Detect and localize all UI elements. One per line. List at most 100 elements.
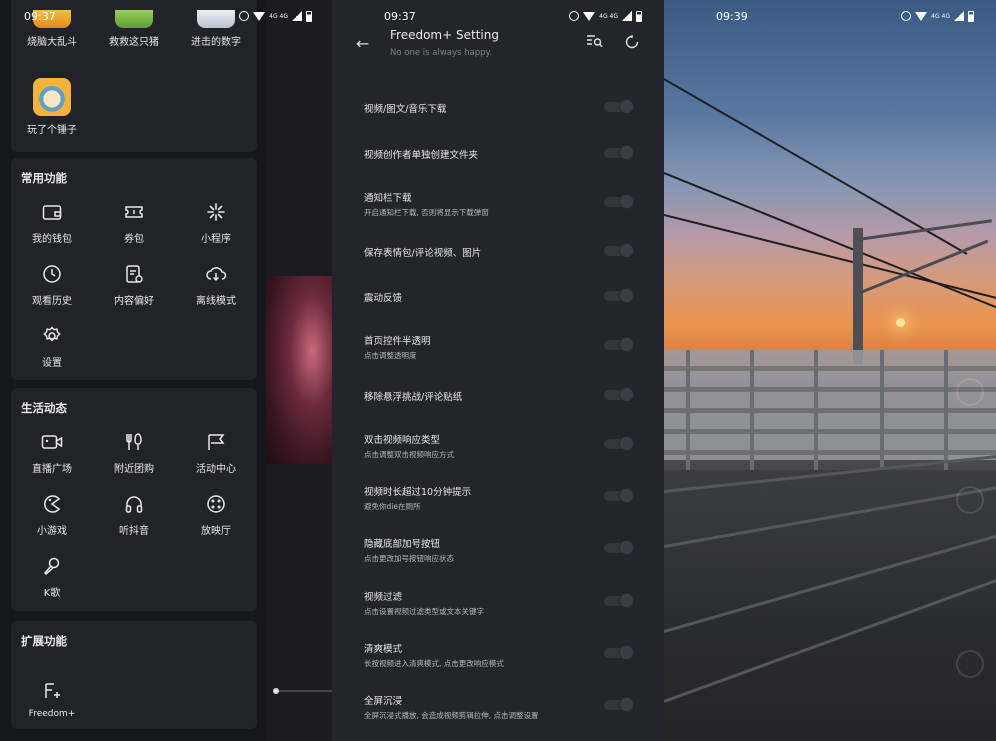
network-label: 4G 4G	[269, 12, 288, 20]
toggle-knob	[619, 593, 634, 608]
setting-description: 点击调整透明度	[364, 351, 417, 360]
toggle-knob	[619, 387, 634, 402]
video-screen: 09:39 4G 4G	[664, 0, 996, 741]
mini-game-button[interactable]: 小游戏	[11, 492, 93, 537]
listen-douyin-button[interactable]: 听抖音	[93, 492, 175, 537]
freedom-plus-button[interactable]: Freedom+	[11, 679, 93, 719]
toggle-knob	[619, 337, 634, 352]
status-bar: 09:37 4G 4G	[24, 0, 312, 32]
music-disc-icon[interactable]	[956, 650, 984, 678]
battery-icon	[636, 10, 642, 22]
toggle-knob	[619, 243, 634, 258]
clock-icon	[40, 262, 64, 286]
setting-title: 视频创作者单独创建文件夹	[364, 150, 479, 161]
alarm-icon	[239, 11, 250, 21]
refresh-icon[interactable]	[624, 34, 640, 54]
avatar-overlay-icon[interactable]	[956, 378, 984, 406]
wifi-icon	[915, 11, 928, 21]
wifi-icon	[583, 11, 596, 21]
gear-icon	[40, 324, 64, 348]
watch-history-button[interactable]: 观看历史	[11, 262, 93, 307]
item-label: 券包	[124, 234, 144, 245]
setting-row[interactable]: 视频/图文/音乐下载	[364, 99, 634, 115]
setting-toggle[interactable]	[604, 288, 634, 303]
activity-center-button[interactable]: 活动中心	[175, 430, 257, 475]
setting-toggle[interactable]	[604, 593, 634, 608]
setting-row[interactable]: 移除悬浮挑战/评论贴纸	[364, 387, 634, 403]
setting-title: 视频过滤	[364, 592, 403, 603]
setting-title: 震动反馈	[364, 293, 403, 304]
setting-title: 移除悬浮挑战/评论贴纸	[364, 392, 463, 403]
setting-row[interactable]: 震动反馈	[364, 288, 634, 304]
search-list-icon[interactable]	[586, 34, 604, 52]
toggle-knob	[619, 645, 634, 660]
setting-row[interactable]: 隐藏底部加号按钮 点击更改加号按钮响应状态	[364, 536, 634, 564]
live-square-button[interactable]: 直播广场	[11, 430, 93, 475]
freedom-plus-icon	[40, 679, 64, 703]
pacman-icon	[40, 492, 64, 516]
item-label: 观看历史	[32, 296, 72, 307]
signal-icon	[622, 11, 632, 21]
content-preference-button[interactable]: 内容偏好	[93, 262, 175, 307]
fence-post	[880, 350, 884, 470]
setting-title: 清爽模式	[364, 644, 403, 655]
setting-toggle[interactable]	[604, 387, 634, 402]
setting-description: 避免你die在厕所	[364, 502, 421, 511]
setting-toggle[interactable]	[604, 99, 634, 114]
setting-title: 双击视频响应类型	[364, 435, 441, 446]
fence-post	[814, 350, 818, 470]
game-item[interactable]: 玩了个锤子	[11, 78, 93, 136]
signal-icon	[954, 11, 964, 21]
toggle-knob	[619, 697, 634, 712]
setting-toggle[interactable]	[604, 488, 634, 503]
setting-toggle[interactable]	[604, 337, 634, 352]
catenary-arm	[857, 219, 992, 241]
item-label: 离线模式	[196, 296, 236, 307]
nearby-group-buy-button[interactable]: 附近团购	[93, 430, 175, 475]
item-label: 听抖音	[119, 526, 149, 537]
setting-row[interactable]: 双击视频响应类型 点击调整双击视频响应方式	[364, 432, 634, 460]
toggle-knob	[619, 488, 634, 503]
setting-toggle[interactable]	[604, 145, 634, 160]
setting-toggle[interactable]	[604, 436, 634, 451]
game-thumbnail	[33, 78, 71, 116]
preference-icon	[122, 262, 146, 286]
wallet-button[interactable]: 我的钱包	[11, 200, 93, 245]
setting-toggle[interactable]	[604, 645, 634, 660]
setting-row[interactable]: 清爽模式 长按视频进入清爽模式, 点击更改响应模式	[364, 641, 634, 669]
back-arrow-icon[interactable]: ←	[356, 34, 369, 53]
settings-button[interactable]: 设置	[11, 324, 93, 369]
setting-toggle[interactable]	[604, 243, 634, 258]
setting-toggle[interactable]	[604, 540, 634, 555]
section-title: 常用功能	[21, 171, 67, 185]
network-label: 4G 4G	[599, 12, 618, 20]
like-overlay-icon[interactable]	[956, 486, 984, 514]
setting-row[interactable]: 通知栏下载开启通知栏下载, 否则将显示下载弹窗	[364, 190, 634, 218]
setting-description: 开启通知栏下载, 否则将显示下载弹窗	[364, 208, 489, 217]
toggle-knob	[619, 145, 634, 160]
setting-toggle[interactable]	[604, 697, 634, 712]
setting-row[interactable]: 全屏沉浸 全屏沉浸式播放, 会造成视频剪辑拉伸, 点击调整设置	[364, 693, 634, 721]
item-label: 放映厅	[201, 526, 231, 537]
screening-hall-button[interactable]: 放映厅	[175, 492, 257, 537]
setting-toggle[interactable]	[604, 194, 634, 209]
setting-row[interactable]: 视频时长超过10分钟提示 避免你die在厕所	[364, 484, 634, 512]
offline-mode-button[interactable]: 离线模式	[175, 262, 257, 307]
setting-title: 通知栏下载	[364, 193, 412, 204]
setting-row[interactable]: 保存表情包/评论视频、图片	[364, 243, 634, 259]
coupon-button[interactable]: 券包	[93, 200, 175, 245]
setting-row[interactable]: 视频过滤 点击设置视频过滤类型或文本关键字	[364, 589, 634, 617]
fence-post	[686, 350, 690, 470]
game-label: 救救这只猪	[109, 37, 159, 48]
setting-title: 保存表情包/评论视频、图片	[364, 248, 482, 259]
setting-row[interactable]: 视频创作者单独创建文件夹	[364, 145, 634, 161]
common-functions-card: 常用功能 我的钱包 券包 小程序 观看历史 内容偏好 离线模式 设置	[11, 158, 257, 380]
mini-program-button[interactable]: 小程序	[175, 200, 257, 245]
setting-row[interactable]: 首页控件半透明 点击调整透明度	[364, 333, 634, 361]
setting-description: 全屏沉浸式播放, 会造成视频剪辑拉伸, 点击调整设置	[364, 711, 539, 720]
game-label: 玩了个锤子	[27, 125, 77, 136]
microphone-icon	[40, 554, 64, 578]
item-label: 小程序	[201, 234, 231, 245]
fence-post	[750, 350, 754, 470]
karaoke-button[interactable]: K歌	[11, 554, 93, 599]
